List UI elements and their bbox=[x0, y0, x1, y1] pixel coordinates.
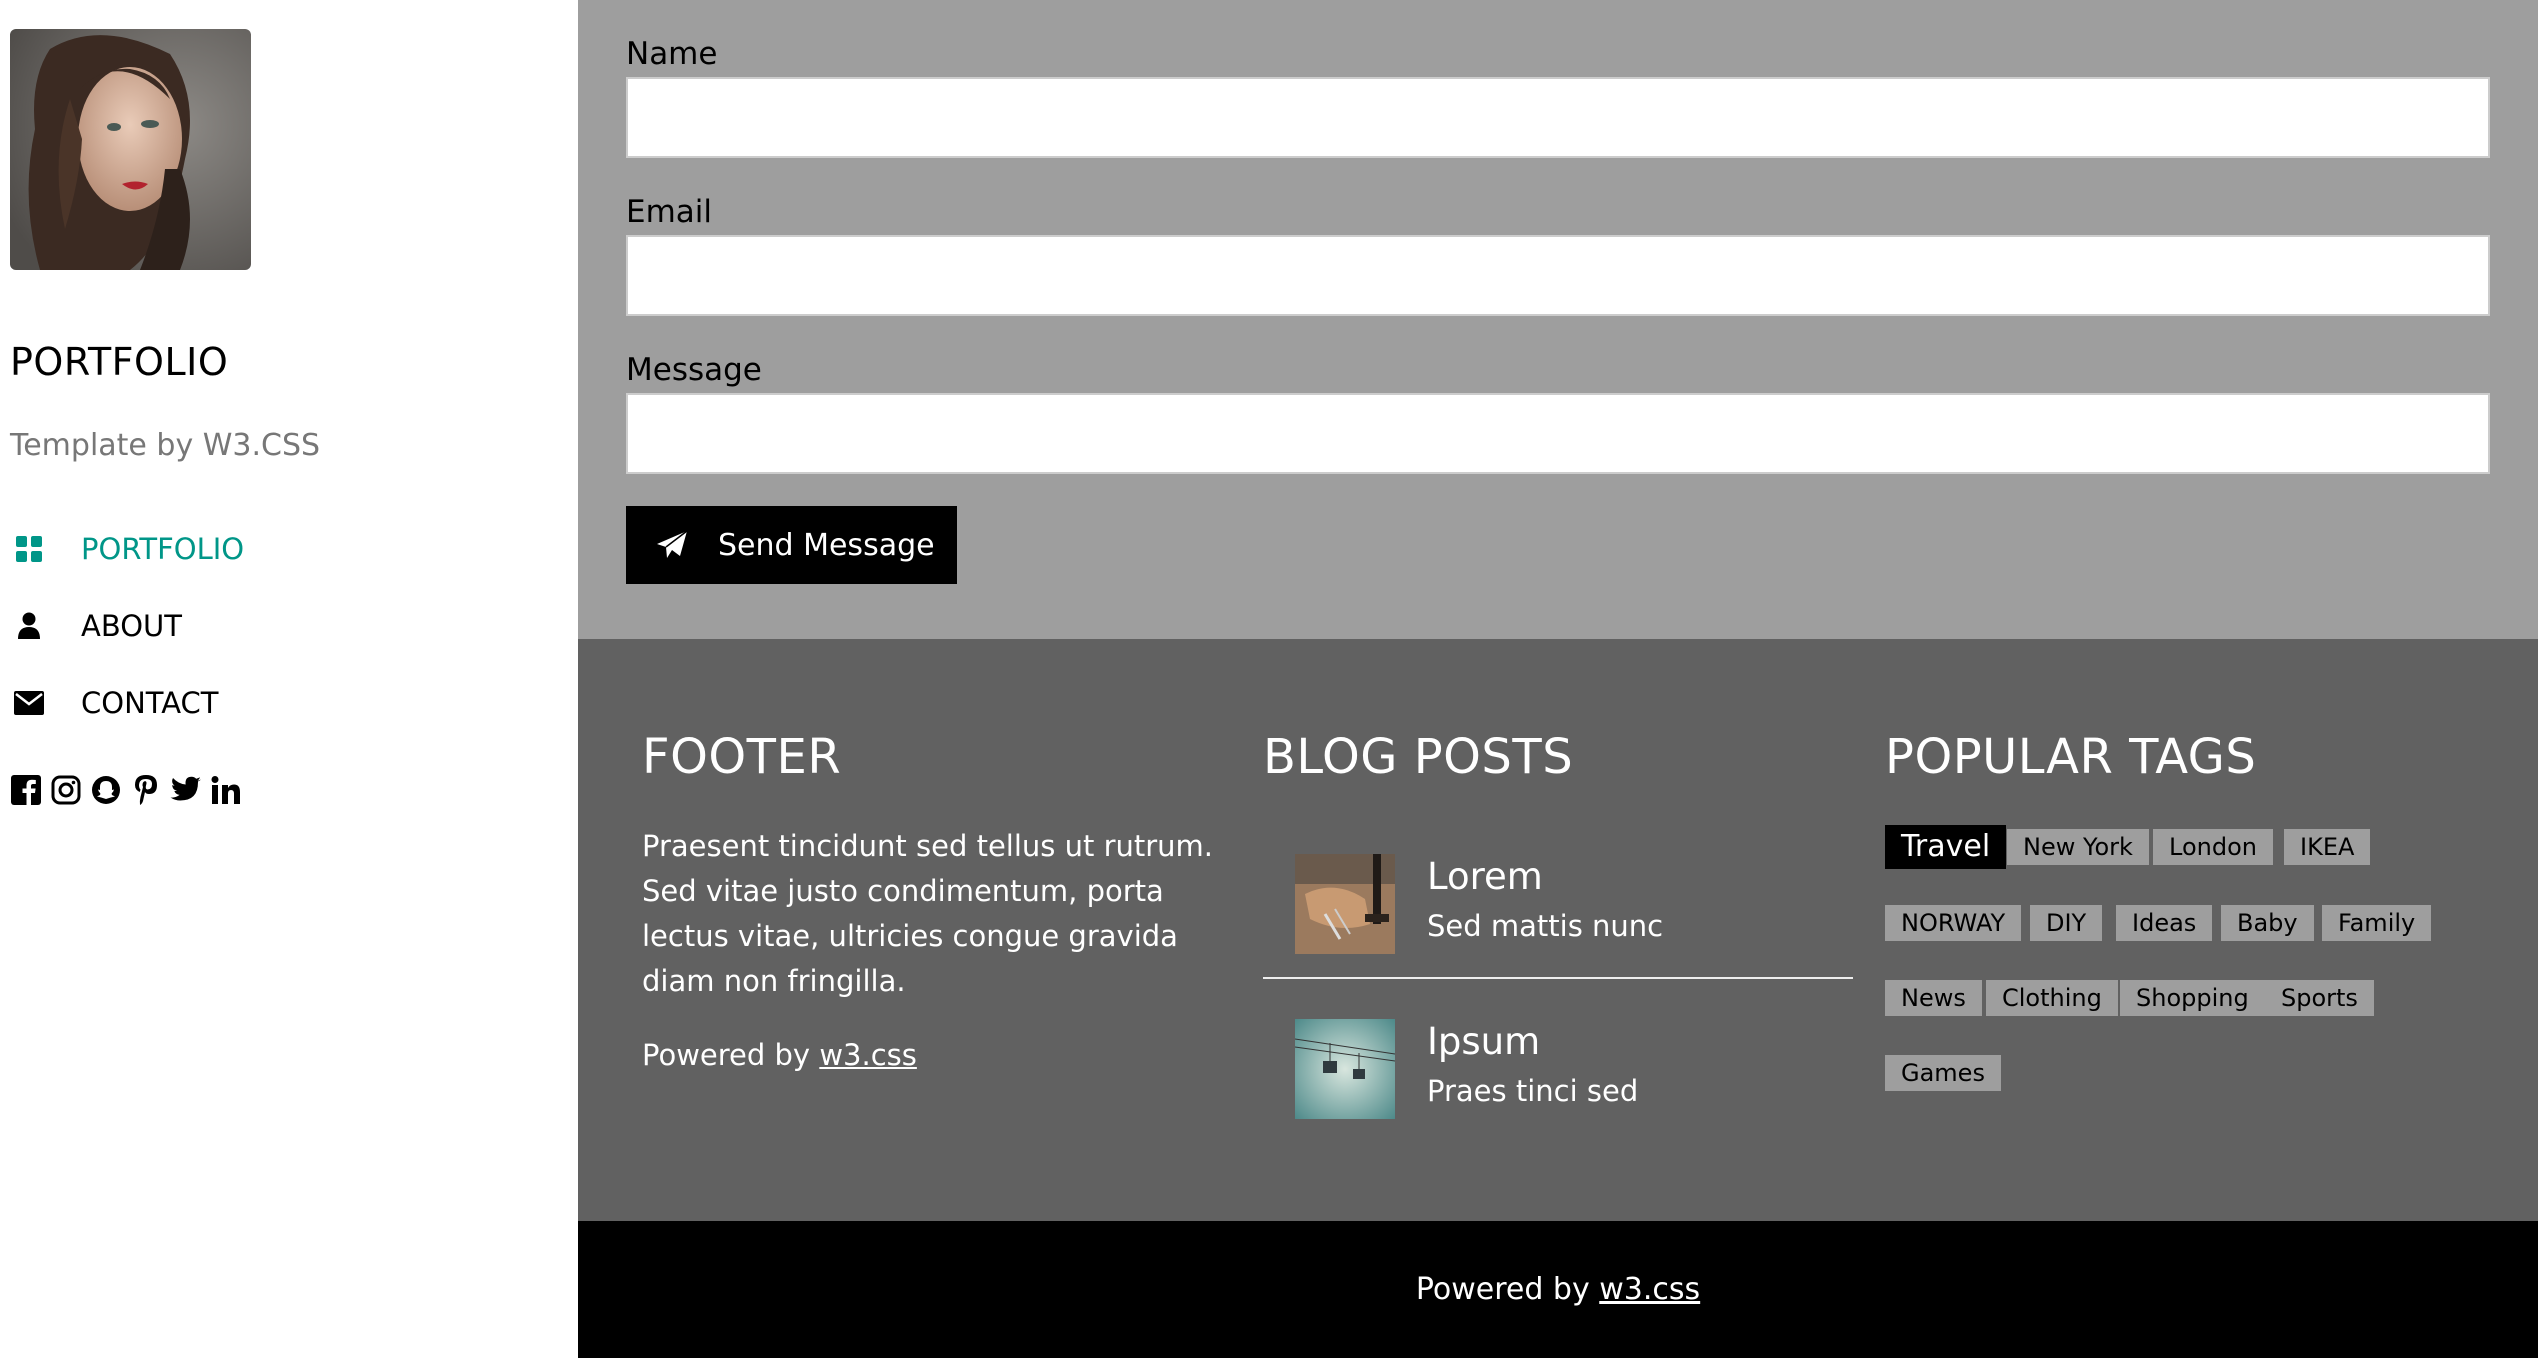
tag-item[interactable]: Clothing bbox=[1986, 980, 2118, 1016]
footer-title: FOOTER bbox=[642, 729, 842, 785]
tag-item[interactable]: Family bbox=[2322, 905, 2432, 941]
envelope-icon bbox=[13, 687, 45, 719]
tag-item[interactable]: Travel bbox=[1885, 825, 2007, 869]
avatar bbox=[10, 29, 251, 270]
blog-posts-title: BLOG POSTS bbox=[1263, 729, 1574, 785]
tag-item[interactable]: New York bbox=[2007, 829, 2149, 865]
blog-post[interactable]: Lorem Sed mattis nunc bbox=[1263, 841, 1853, 966]
nav-item-contact[interactable]: CONTACT bbox=[0, 664, 578, 741]
post-subtitle: Praes tinci sed bbox=[1427, 1074, 1639, 1108]
nav-item-label: ABOUT bbox=[81, 608, 182, 643]
tag-item[interactable]: NORWAY bbox=[1885, 905, 2022, 941]
brand-title: PORTFOLIO bbox=[10, 340, 229, 384]
post-title: Ipsum bbox=[1427, 1020, 1541, 1063]
message-field[interactable] bbox=[626, 393, 2490, 474]
email-label: Email bbox=[626, 194, 713, 230]
email-field[interactable] bbox=[626, 235, 2490, 316]
facebook-icon[interactable] bbox=[10, 773, 42, 807]
grid-icon bbox=[13, 533, 45, 565]
tag-item[interactable]: London bbox=[2153, 829, 2273, 865]
nav-item-label: PORTFOLIO bbox=[81, 531, 245, 566]
popular-tags-title: POPULAR TAGS bbox=[1885, 729, 2257, 785]
linkedin-icon[interactable] bbox=[210, 773, 242, 807]
tag-item[interactable]: Games bbox=[1885, 1055, 2001, 1091]
tag-item[interactable]: IKEA bbox=[2284, 829, 2371, 865]
name-label: Name bbox=[626, 36, 718, 72]
post-divider bbox=[1263, 977, 1853, 979]
bottom-bar: Powered by w3.css bbox=[578, 1221, 2538, 1358]
post-thumbnail bbox=[1295, 854, 1395, 954]
send-message-button[interactable]: Send Message bbox=[626, 506, 957, 584]
tag-item[interactable]: Ideas bbox=[2116, 905, 2213, 941]
w3css-link[interactable]: w3.css bbox=[819, 1038, 917, 1072]
tag-item[interactable]: Baby bbox=[2221, 905, 2314, 941]
post-title: Lorem bbox=[1427, 855, 1543, 898]
contact-form: Name Email Message Send Message bbox=[578, 0, 2538, 639]
paper-plane-icon bbox=[656, 530, 688, 560]
sidebar-nav: PORTFOLIO ABOUT CONTACT bbox=[0, 510, 578, 741]
sidebar: PORTFOLIO Template by W3.CSS PORTFOLIO A… bbox=[0, 0, 578, 1358]
brand-tagline: Template by W3.CSS bbox=[10, 428, 321, 463]
footer-description: Praesent tincidunt sed tellus ut rutrum.… bbox=[642, 829, 1214, 998]
powered-by-text: Powered by bbox=[1415, 1272, 1600, 1307]
message-label: Message bbox=[626, 352, 762, 388]
instagram-icon[interactable] bbox=[50, 773, 82, 807]
powered-by-text: Powered by bbox=[642, 1038, 820, 1072]
send-message-label: Send Message bbox=[718, 527, 935, 563]
post-subtitle: Sed mattis nunc bbox=[1427, 909, 1664, 943]
pinterest-icon[interactable] bbox=[130, 773, 162, 807]
nav-item-portfolio[interactable]: PORTFOLIO bbox=[0, 510, 578, 587]
tag-item[interactable]: Sports bbox=[2265, 980, 2374, 1016]
nav-item-about[interactable]: ABOUT bbox=[0, 587, 578, 664]
twitter-icon[interactable] bbox=[170, 773, 202, 807]
social-links bbox=[10, 773, 242, 807]
tag-item[interactable]: Shopping bbox=[2120, 980, 2265, 1016]
footer: FOOTER Praesent tincidunt sed tellus ut … bbox=[578, 639, 2538, 1221]
nav-item-label: CONTACT bbox=[81, 685, 219, 720]
w3css-link[interactable]: w3.css bbox=[1599, 1272, 1700, 1307]
footer-powered-by: Powered by w3.css bbox=[642, 1038, 917, 1072]
user-icon bbox=[13, 610, 45, 642]
name-field[interactable] bbox=[626, 77, 2490, 158]
snapchat-icon[interactable] bbox=[90, 773, 122, 807]
post-thumbnail bbox=[1295, 1019, 1395, 1119]
tag-item[interactable]: News bbox=[1885, 980, 1982, 1016]
blog-post[interactable]: Ipsum Praes tinci sed bbox=[1263, 1006, 1853, 1131]
tag-item[interactable]: DIY bbox=[2030, 905, 2103, 941]
